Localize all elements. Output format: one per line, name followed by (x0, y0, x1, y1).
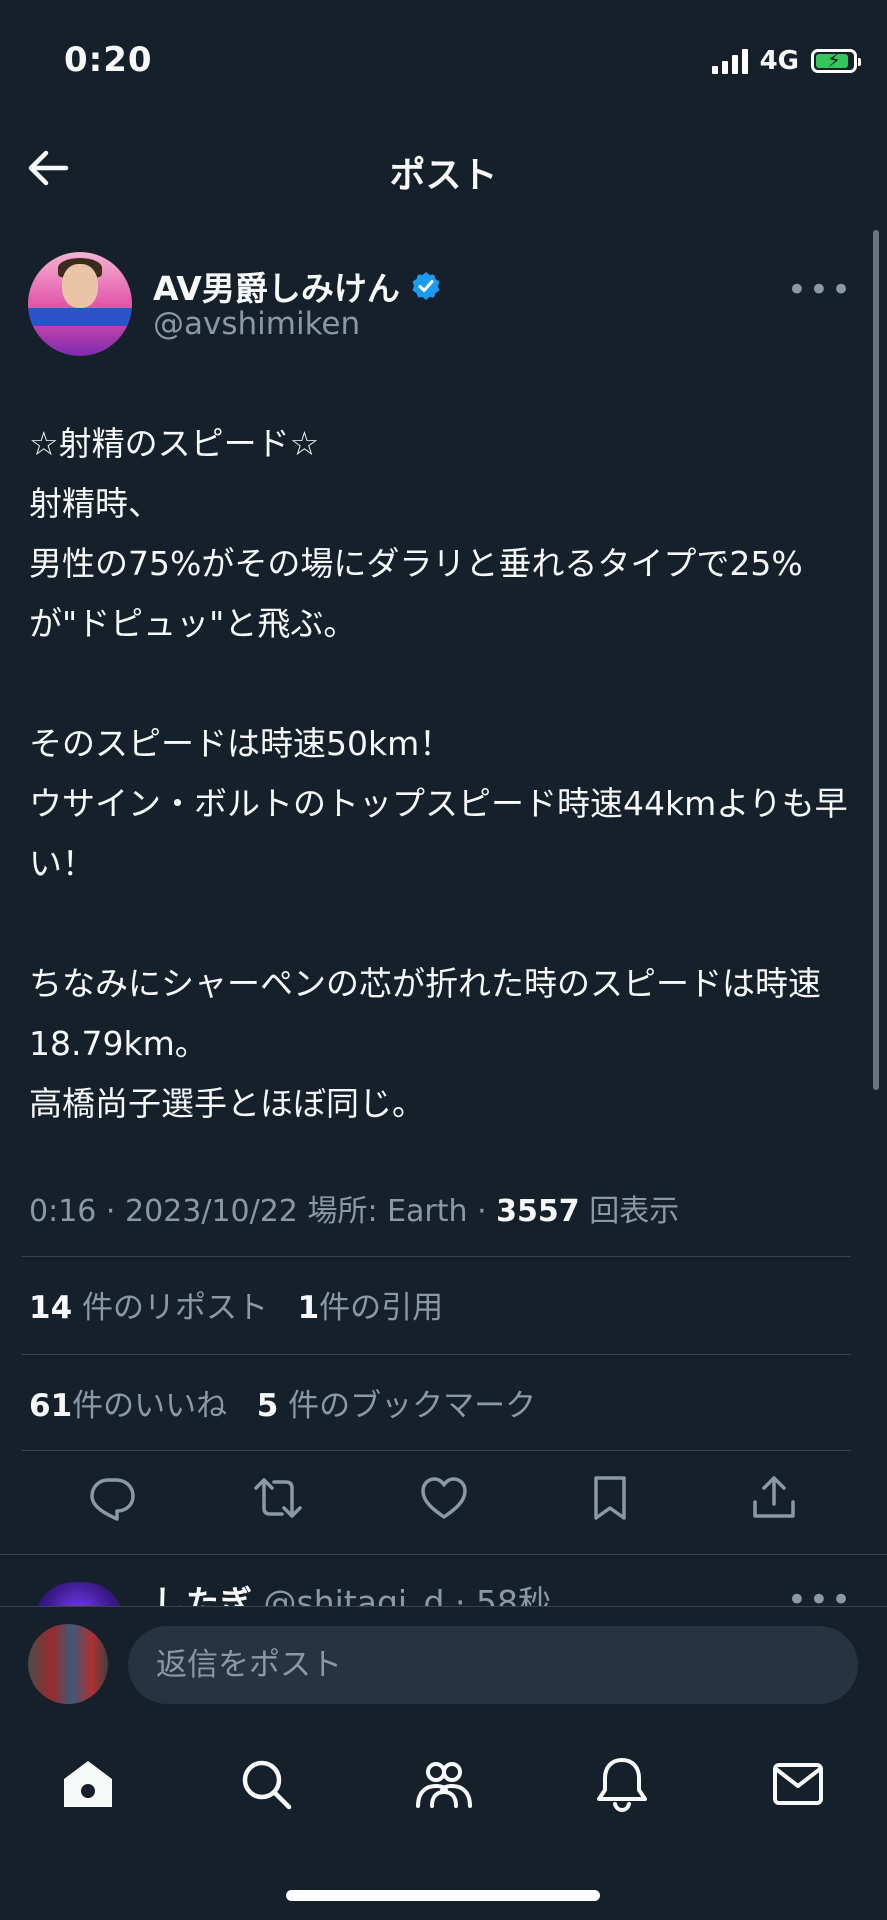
signal-icon (711, 48, 748, 74)
scrollbar[interactable] (873, 230, 879, 1090)
page-title: ポスト (389, 155, 498, 196)
divider (22, 1256, 851, 1257)
author-handle[interactable]: @avshimiken (153, 306, 360, 342)
more-options-icon[interactable]: ••• (787, 270, 853, 310)
bookmark-icon[interactable] (582, 1470, 638, 1526)
author-name-row[interactable]: AV男爵しみけん (153, 262, 442, 310)
reply-icon[interactable] (84, 1470, 140, 1526)
share-icon[interactable] (746, 1470, 802, 1526)
communities-icon[interactable] (414, 1754, 474, 1814)
repost-icon[interactable] (250, 1470, 306, 1526)
search-icon[interactable] (236, 1754, 296, 1814)
network-type: 4G (759, 46, 799, 76)
stats-row-reposts: 14 件のリポスト 1件の引用 (29, 1282, 443, 1327)
post-location: 場所: Earth (307, 1194, 468, 1229)
messages-icon[interactable] (768, 1754, 828, 1814)
stats-row-likes: 61件のいいね 5 件のブックマーク (29, 1380, 536, 1425)
post-date: 2023/10/22 (124, 1194, 298, 1229)
home-icon[interactable] (58, 1754, 118, 1814)
verified-badge-icon (412, 272, 440, 300)
quotes-stat[interactable]: 1件の引用 (298, 1290, 444, 1326)
home-indicator[interactable] (286, 1890, 600, 1901)
post-text: ☆射精のスピード☆ 射精時、 男性の75%がその場にダラリと垂れるタイプで25%… (29, 424, 848, 1123)
like-icon[interactable] (416, 1470, 472, 1526)
notifications-icon[interactable] (592, 1754, 652, 1814)
divider (22, 1450, 851, 1451)
author-display-name[interactable]: AV男爵しみけん (153, 262, 400, 310)
action-bar (0, 1470, 887, 1532)
view-count-label: 回表示 (589, 1194, 680, 1229)
status-indicators: 4G ⚡ (711, 46, 861, 76)
post-time: 0:16 (29, 1194, 97, 1229)
post-meta: 0:16 · 2023/10/22 場所: Earth · 3557 回表示 (29, 1194, 680, 1229)
user-avatar[interactable] (28, 1624, 108, 1704)
reply-author[interactable]: したぎ @shitagi_d · 58秒 (153, 1576, 551, 1610)
bookmarks-stat[interactable]: 5 件のブックマーク (257, 1388, 536, 1424)
battery-icon: ⚡ (811, 48, 861, 73)
divider (22, 1354, 851, 1355)
divider (0, 1554, 887, 1555)
likes-stat[interactable]: 61件のいいね (29, 1388, 227, 1424)
view-count: 3557 (496, 1194, 580, 1229)
author-avatar[interactable] (28, 252, 132, 356)
reply-input[interactable] (128, 1626, 858, 1704)
reposts-stat[interactable]: 14 件のリポスト (29, 1290, 268, 1326)
status-time: 0:20 (64, 40, 153, 80)
